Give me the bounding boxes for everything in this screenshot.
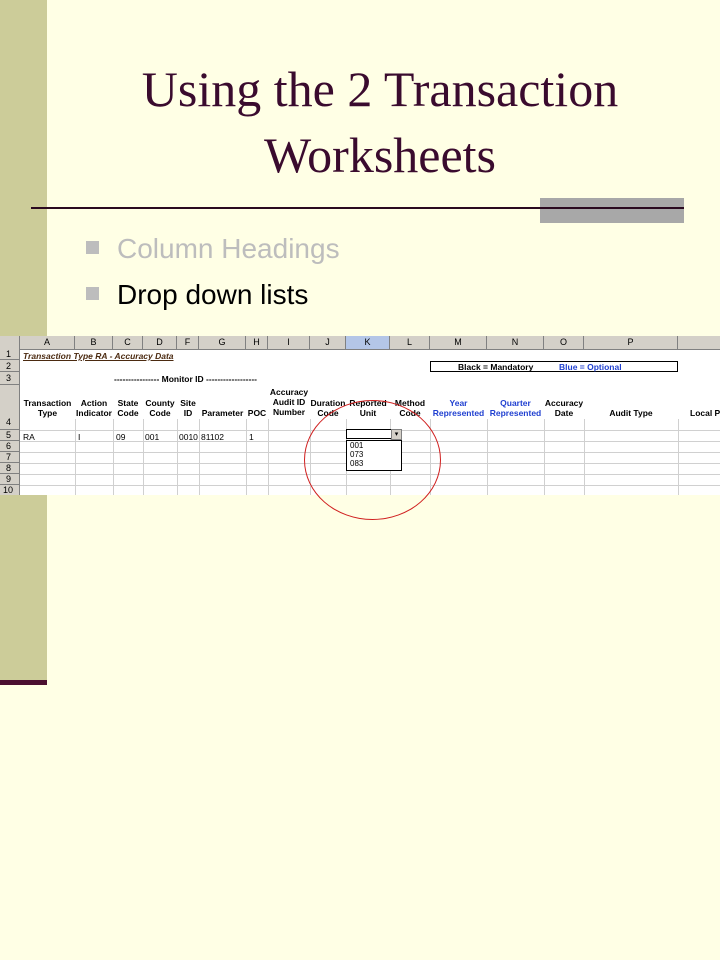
header-local-p[interactable]: Local P <box>690 408 720 418</box>
header-line: State <box>117 398 139 408</box>
header-parameter[interactable]: Parameter <box>199 408 246 418</box>
header-transaction-type[interactable]: Transaction Type <box>20 398 75 418</box>
column-header-l[interactable]: L <box>390 336 430 349</box>
gridline <box>199 419 200 495</box>
column-header-j[interactable]: J <box>310 336 346 349</box>
header-line: Quarter <box>500 398 531 408</box>
header-quarter-represented[interactable]: Quarter Represented <box>487 398 544 418</box>
gridline <box>113 419 114 495</box>
row-header-6[interactable]: 6 <box>0 441 20 452</box>
column-header-f[interactable]: F <box>177 336 199 349</box>
column-header-k[interactable]: K <box>346 336 390 349</box>
header-line: Indicator <box>76 408 112 418</box>
column-header-p[interactable]: P <box>584 336 678 349</box>
header-line: Accuracy <box>544 398 584 408</box>
cell-d6[interactable]: 001 <box>145 432 159 442</box>
divider-accent-block <box>540 198 684 223</box>
header-site-id[interactable]: Site ID <box>177 398 199 418</box>
gridline <box>544 419 545 495</box>
header-line: Number <box>272 407 306 417</box>
row-header-8[interactable]: 8 <box>0 463 20 474</box>
title-line-1: Using the 2 Transaction <box>141 61 619 117</box>
column-header-a[interactable]: A <box>20 336 75 349</box>
bullet-text: Column Headings <box>117 233 340 264</box>
column-header-m[interactable]: M <box>430 336 487 349</box>
header-line: Site <box>180 398 196 408</box>
column-header-g[interactable]: G <box>199 336 246 349</box>
column-header-d[interactable]: D <box>143 336 177 349</box>
row-header-4[interactable]: 4 <box>0 385 20 430</box>
column-header-bar: A B C D F G H I J K L M N O P <box>0 336 720 350</box>
row-header-column: 1 2 3 4 5 6 7 8 9 10 11 <box>0 349 20 495</box>
header-line: Audit Type <box>609 408 653 418</box>
row-header-2[interactable]: 2 <box>0 360 20 372</box>
cell-c6[interactable]: 09 <box>116 432 125 442</box>
row-header-7[interactable]: 7 <box>0 452 20 463</box>
cell-g6[interactable]: 81102 <box>201 432 224 442</box>
sheet-title: Transaction Type RA - Accuracy Data <box>23 351 174 361</box>
header-line: Transaction <box>23 398 72 408</box>
header-line: County <box>145 398 175 408</box>
row-header-10[interactable]: 10 <box>0 485 20 495</box>
gridline <box>584 419 585 495</box>
cell-a6[interactable]: RA <box>23 432 35 442</box>
bullet-text: Drop down lists <box>117 279 309 310</box>
row-header-1[interactable]: 1 <box>0 349 20 360</box>
header-line: Parameter <box>201 408 244 418</box>
header-line: Year <box>449 398 468 408</box>
legend-mandatory: Black = Mandatory <box>458 362 534 372</box>
column-header-c[interactable]: C <box>113 336 143 349</box>
header-accuracy-date[interactable]: Accuracy Date <box>544 398 584 418</box>
column-header-o[interactable]: O <box>544 336 584 349</box>
header-accuracy-audit-id[interactable]: Accuracy Audit ID Number <box>268 387 310 417</box>
row-header-3[interactable]: 3 <box>0 372 20 385</box>
row-header-5[interactable]: 5 <box>0 430 20 441</box>
header-line: Represented <box>432 408 485 418</box>
header-line: POC <box>247 408 267 418</box>
header-line: Audit ID <box>272 397 306 407</box>
title-line-2: Worksheets <box>263 127 497 183</box>
gridline <box>177 419 178 495</box>
header-audit-type[interactable]: Audit Type <box>584 408 678 418</box>
column-header-n[interactable]: N <box>487 336 544 349</box>
gridline <box>268 419 269 495</box>
highlight-circle <box>304 400 441 520</box>
row-header-9[interactable]: 9 <box>0 474 20 485</box>
gridline <box>487 419 488 495</box>
cell-f6[interactable]: 0010 <box>179 432 198 442</box>
bullet-square-icon <box>86 287 99 301</box>
header-line: Date <box>554 408 574 418</box>
cell-b6[interactable]: I <box>78 432 80 442</box>
header-state-code[interactable]: State Code <box>113 398 143 418</box>
legend-optional: Blue = Optional <box>559 362 622 372</box>
gridline <box>75 419 76 495</box>
gridline <box>143 419 144 495</box>
column-header-q[interactable] <box>678 336 720 349</box>
header-poc[interactable]: POC <box>246 408 268 418</box>
gridline <box>246 419 247 495</box>
header-line: Code <box>117 408 139 418</box>
header-year-represented[interactable]: Year Represented <box>430 398 487 418</box>
column-header-i[interactable]: I <box>268 336 310 349</box>
monitor-id-label: ---------------- Monitor ID ------------… <box>114 374 257 384</box>
gridline <box>678 419 679 495</box>
header-line: Accuracy <box>269 387 309 397</box>
header-county-code[interactable]: County Code <box>143 398 177 418</box>
bullet-column-headings: Column Headings <box>86 232 340 266</box>
cell-h6[interactable]: 1 <box>249 432 254 442</box>
header-action-indicator[interactable]: Action Indicator <box>75 398 113 418</box>
select-all-corner[interactable] <box>0 336 20 349</box>
header-line: Action <box>80 398 108 408</box>
bullet-drop-down-lists: Drop down lists <box>86 278 308 312</box>
header-line: Represented <box>489 408 542 418</box>
bullet-square-icon <box>86 241 99 255</box>
column-header-b[interactable]: B <box>75 336 113 349</box>
header-line: ID <box>183 408 193 418</box>
header-line: Type <box>37 408 58 418</box>
slide-title: Using the 2 Transaction Worksheets <box>60 56 700 188</box>
left-accent-cap <box>0 680 47 685</box>
header-line: Local P <box>690 408 720 418</box>
header-line: Code <box>149 408 171 418</box>
column-header-h[interactable]: H <box>246 336 268 349</box>
